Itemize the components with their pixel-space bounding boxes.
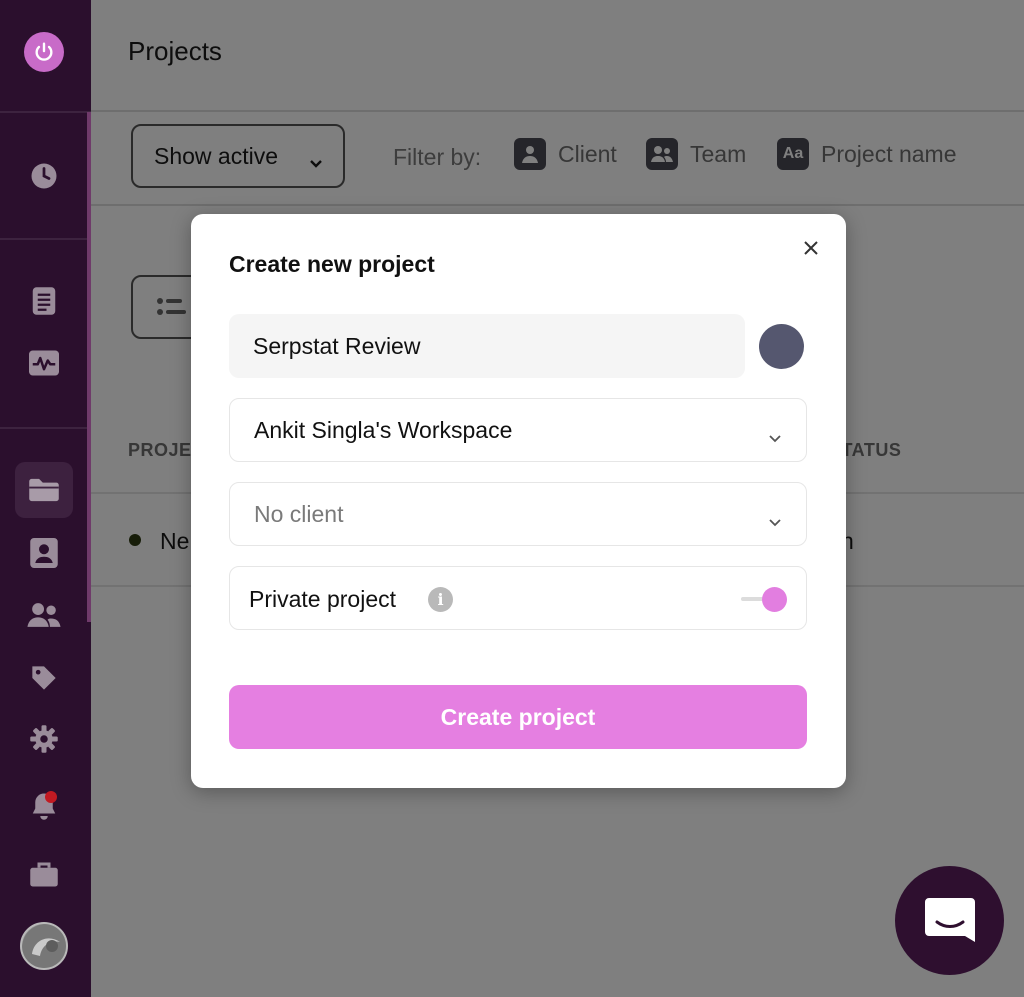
timer-icon[interactable] (15, 148, 73, 204)
workspace-select[interactable]: Ankit Singla's Workspace (229, 398, 807, 462)
notifications-bell-icon[interactable] (15, 778, 73, 834)
create-project-modal: Create new project Ankit Singla's Worksp… (191, 214, 846, 788)
private-toggle-switch[interactable] (762, 587, 787, 612)
client-select-value: No client (254, 500, 344, 527)
team-icon[interactable] (15, 587, 73, 643)
activity-icon[interactable] (15, 335, 73, 391)
sidebar-divider (0, 111, 91, 113)
sidebar-divider (0, 427, 91, 429)
private-project-row: Private project i (229, 566, 807, 630)
briefcase-icon[interactable] (15, 846, 73, 902)
private-project-label: Private project (249, 586, 397, 612)
project-color-picker[interactable] (759, 324, 804, 369)
sidebar-divider (0, 238, 91, 240)
workspace-select-value: Ankit Singla's Workspace (254, 416, 513, 443)
clients-icon[interactable] (15, 525, 73, 581)
projects-folder-icon[interactable] (15, 462, 73, 518)
chat-launcher-button[interactable] (895, 866, 1004, 975)
client-select[interactable]: No client (229, 482, 807, 546)
chevron-down-icon (768, 507, 782, 534)
settings-gear-icon[interactable] (15, 711, 73, 767)
user-avatar[interactable] (20, 922, 68, 970)
modal-title: Create new project (229, 251, 435, 277)
info-icon[interactable]: i (428, 587, 453, 612)
timesheet-icon[interactable] (15, 273, 73, 329)
chat-icon (924, 897, 975, 942)
close-icon[interactable] (799, 236, 823, 260)
power-icon[interactable] (24, 32, 64, 72)
chevron-down-icon (768, 423, 782, 450)
create-project-button[interactable]: Create project (229, 685, 807, 749)
notification-badge (45, 791, 57, 803)
sidebar (0, 0, 91, 997)
tags-icon[interactable] (15, 650, 73, 706)
project-name-input[interactable] (229, 314, 745, 378)
